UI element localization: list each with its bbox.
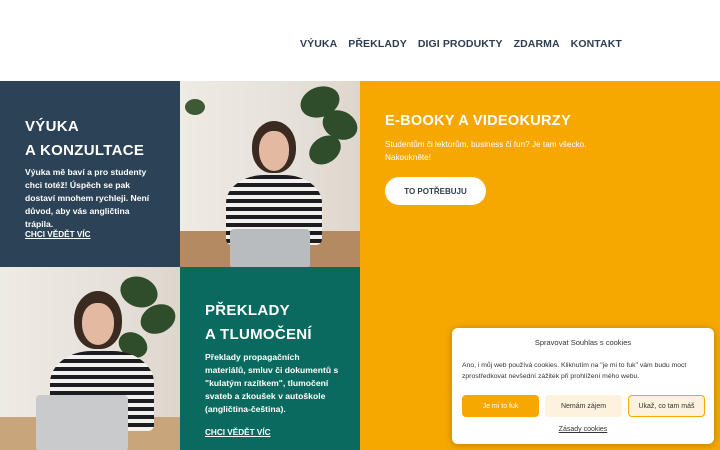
cookie-deny-button[interactable]: Nemám zájem [545,395,622,417]
cookie-policy-link[interactable]: Zásady cookies [452,426,714,433]
translations-text: Překlady propagačních materiálů, smluv č… [205,352,339,414]
ebooks-button[interactable]: TO POTŘEBUJU [385,177,486,205]
face [82,303,114,345]
plant-leaf [185,99,205,115]
cookie-banner: Spravovat Souhlas s cookies Ano, i můj w… [452,328,714,444]
photo-teacher-2 [0,267,180,450]
teaching-title-line1: VÝUKA [25,118,80,135]
laptop [36,395,128,450]
cookie-accept-button[interactable]: Je mi to fuk [462,395,539,417]
laptop [230,229,310,267]
nav-item-preklady[interactable]: PŘEKLADY [348,38,407,50]
translations-title-line1: PŘEKLADY [205,302,290,319]
translations-link[interactable]: CHCI VĚDĚT VÍC [205,428,271,437]
nav-item-zdarma[interactable]: ZDARMA [514,38,560,50]
teaching-title-line2: A KONZULTACE [25,142,145,159]
translations-title-line2: A TLUMOČENÍ [205,326,312,343]
nav-item-vyuka[interactable]: VÝUKA [300,38,337,50]
photo-teacher-1 [180,81,360,267]
translations-tile: PŘEKLADY A TLUMOČENÍ Překlady propagační… [180,267,360,450]
face [259,131,289,171]
translations-title: PŘEKLADY A TLUMOČENÍ [205,299,312,347]
ebooks-title: E-BOOKY A VIDEOKURZY [385,113,571,129]
cookie-preferences-button[interactable]: Ukaž, co tam máš [628,395,705,417]
nav-item-digi-produkty[interactable]: DIGI PRODUKTY [418,38,503,50]
cookie-body: Ano, i můj web používá cookies. Kliknutí… [462,362,687,380]
nav-item-kontakt[interactable]: KONTAKT [571,38,622,50]
teaching-text: Výuka mě baví a pro studenty chci totéž!… [25,167,150,229]
ebooks-text: Studentům či lektorům, business či fun? … [385,140,587,162]
main-nav: VÝUKA PŘEKLADY DIGI PRODUKTY ZDARMA KONT… [300,38,622,50]
teaching-title: VÝUKA A KONZULTACE [25,115,144,163]
teaching-link[interactable]: CHCI VĚDĚT VÍC [25,230,91,239]
site-header: VÝUKA PŘEKLADY DIGI PRODUKTY ZDARMA KONT… [0,0,720,81]
cookie-title: Spravovat Souhlas s cookies [534,338,632,347]
teaching-tile: VÝUKA A KONZULTACE Výuka mě baví a pro s… [0,81,180,267]
